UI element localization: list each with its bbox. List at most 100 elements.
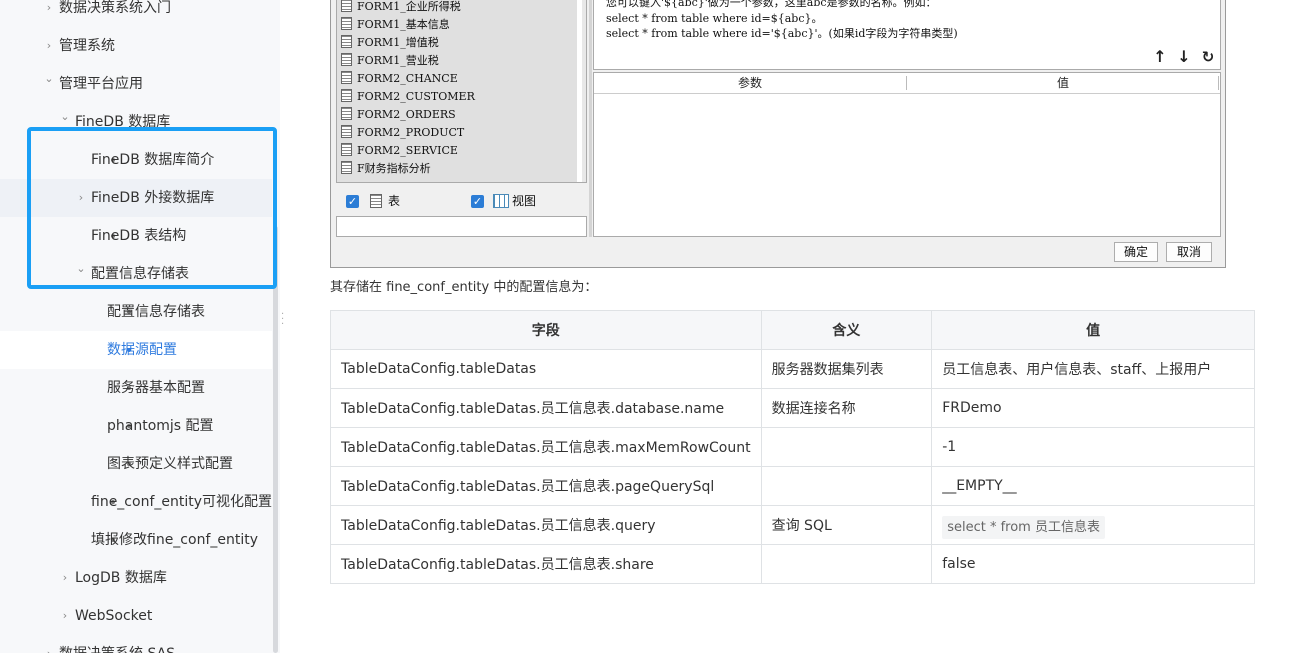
meaning-cell [760,466,933,506]
sidebar-item[interactable]: ⌄ FineDB 数据库 [0,103,272,141]
meaning-cell: 查询 SQL [760,505,933,545]
table-name: FORM2_SERVICE [357,144,458,157]
table-icon [341,0,352,12]
sidebar-item-label: phantomjs 配置 [107,418,214,434]
sidebar-item[interactable]: ⌄ 管理平台应用 [0,65,272,103]
chevron-down-icon[interactable]: ⌄ [76,263,86,274]
chevron-right-icon[interactable]: › [76,192,86,203]
sidebar-item-label: 配置信息存储表 [91,266,189,282]
param-value-header: 值 [1056,76,1069,90]
view-checkbox-label: 视图 [512,194,537,208]
config-table-header-row: 字段 含义 值 [330,310,1255,350]
sidebar-scrollbar-thumb[interactable] [273,226,278,653]
sidebar-item-label: FineDB 表结构 [91,228,187,244]
sidebar-item[interactable]: FineDB 表结构 [0,217,272,255]
sidebar-item[interactable]: 服务器基本配置 [0,369,272,407]
refresh-icon[interactable]: ↻ [1199,48,1217,66]
sidebar-item[interactable]: › LogDB 数据库 [0,559,272,597]
sql-editor[interactable]: 您可以键入'${abc}'做为一个参数，这里abc是参数的名称。例如： sele… [593,0,1221,70]
view-icon [493,194,509,208]
sidebar-item[interactable]: › 管理系统 [0,27,272,65]
view-checkbox[interactable]: ✓ [471,195,484,208]
table-list-item[interactable]: FORM2_CUSTOMER [341,88,475,106]
sidebar-item[interactable]: › WebSocket [0,597,272,635]
sidebar-item-label: 配置信息存储表 [107,304,205,320]
sql-example-line: select * from table where id='${abc}'。(如… [606,27,958,40]
sidebar-item[interactable]: 填报修改fine_conf_entity [0,521,272,559]
sidebar-item-label: 管理平台应用 [59,76,143,92]
table-type-filter: ✓ 表 ✓ 视图 [336,183,587,216]
sidebar-item-label: WebSocket [75,608,153,624]
table-name: FORM2_CUSTOMER [357,90,475,103]
sidebar-item[interactable]: 图表预定义样式配置 [0,445,272,483]
cancel-button[interactable]: 取消 [1166,242,1212,262]
table-icon [341,71,352,84]
sidebar-item-label: 图表预定义样式配置 [107,456,233,472]
table-list-item[interactable]: FORM1_增值税 [341,34,439,52]
chevron-down-icon[interactable]: ⌄ [60,111,70,122]
sidebar-item[interactable]: › 数据决策系统 SAS [0,635,272,653]
table-search-input[interactable] [336,216,587,237]
value-cell: FRDemo [931,388,1255,428]
table-name: FORM1_基本信息 [357,18,450,31]
sidebar-resize-handle[interactable]: · · · [281,310,285,330]
sidebar-item[interactable]: 数据源配置 [0,331,272,369]
table-icon [341,17,352,30]
sidebar-item[interactable]: FineDB 数据库简介 [0,141,272,179]
header-separator [1218,76,1219,90]
move-up-icon[interactable]: ↑ [1151,48,1169,66]
sidebar-item[interactable]: ⌄ 配置信息存储表 [0,255,272,293]
table-icon [341,161,352,174]
table-list-item[interactable]: FORM1_基本信息 [341,16,450,34]
table-list-item[interactable]: FORM2_CHANCE [341,70,458,88]
sql-hint-line: 您可以键入'${abc}'做为一个参数，这里abc是参数的名称。例如： [606,0,937,9]
table-name: F财务指标分析 [357,162,431,175]
sidebar-item[interactable]: 配置信息存储表 [0,293,272,331]
table-checkbox[interactable]: ✓ [346,195,359,208]
table-icon [341,35,352,48]
table-list-item[interactable]: F财务指标分析 [341,160,431,178]
meaning-cell [760,544,933,584]
dialog-splitter[interactable] [589,0,592,237]
sidebar-item-label: 数据决策系统入门 [59,0,171,16]
value-cell: false [931,544,1255,584]
sidebar-item[interactable]: › FineDB 外接数据库 [0,179,272,217]
sidebar-item-label: 数据源配置 [107,342,177,358]
table-list-panel: FORM1_企业所得税 FORM1_基本信息 FORM1_增值税 FORM1_营业税 F… [336,0,587,183]
table-list-item[interactable]: FORM2_PRODUCT [341,124,464,142]
sidebar-item-label: fine_conf_entity可视化配置 [91,494,273,510]
chevron-right-icon[interactable]: › [60,572,70,583]
sidebar-item[interactable]: fine_conf_entity可视化配置 [0,483,272,521]
chevron-right-icon[interactable]: › [44,648,54,653]
table-list-item[interactable]: FORM1_营业税 [341,52,439,70]
table-row: TableDataConfig.tableDatas.员工信息表.query 查询… [330,505,1255,545]
sidebar-item[interactable]: phantomjs 配置 [0,407,272,445]
column-header-field: 字段 [330,310,762,350]
meaning-cell: 数据连接名称 [760,388,933,428]
table-list-scrollbar[interactable] [582,0,586,182]
table-list-item[interactable]: FORM1_企业所得税 [341,0,461,16]
field-cell: TableDataConfig.tableDatas.员工信息表.pageQue… [330,466,762,506]
table-row: TableDataConfig.tableDatas.员工信息表.maxMemR… [330,427,1255,467]
field-cell: TableDataConfig.tableDatas.员工信息表.query [330,505,762,545]
field-cell: TableDataConfig.tableDatas.员工信息表.databas… [330,388,762,428]
sidebar-item-label: FineDB 外接数据库 [91,190,215,206]
inline-code: select * from 员工信息表 [942,515,1105,539]
chevron-right-icon[interactable]: › [44,2,54,13]
table-list-item[interactable]: FORM2_ORDERS [341,106,456,124]
value-cell: -1 [931,427,1255,467]
table-checkbox-label: 表 [388,194,401,208]
param-name-header: 参数 [737,76,762,90]
move-down-icon[interactable]: ↓ [1175,48,1193,66]
chevron-down-icon[interactable]: ⌄ [44,73,54,84]
ok-button[interactable]: 确定 [1114,242,1158,262]
table-list-item[interactable]: FORM2_SERVICE [341,142,458,160]
sidebar-item-label: FineDB 数据库简介 [91,152,215,168]
value-cell: 员工信息表、用户信息表、staff、上报用户 [931,349,1255,389]
sidebar-item[interactable]: › 数据决策系统入门 [0,0,272,27]
meaning-cell [760,427,933,467]
field-cell: TableDataConfig.tableDatas [330,349,762,389]
table-icon [370,194,382,208]
chevron-right-icon[interactable]: › [44,40,54,51]
chevron-right-icon[interactable]: › [60,610,70,621]
